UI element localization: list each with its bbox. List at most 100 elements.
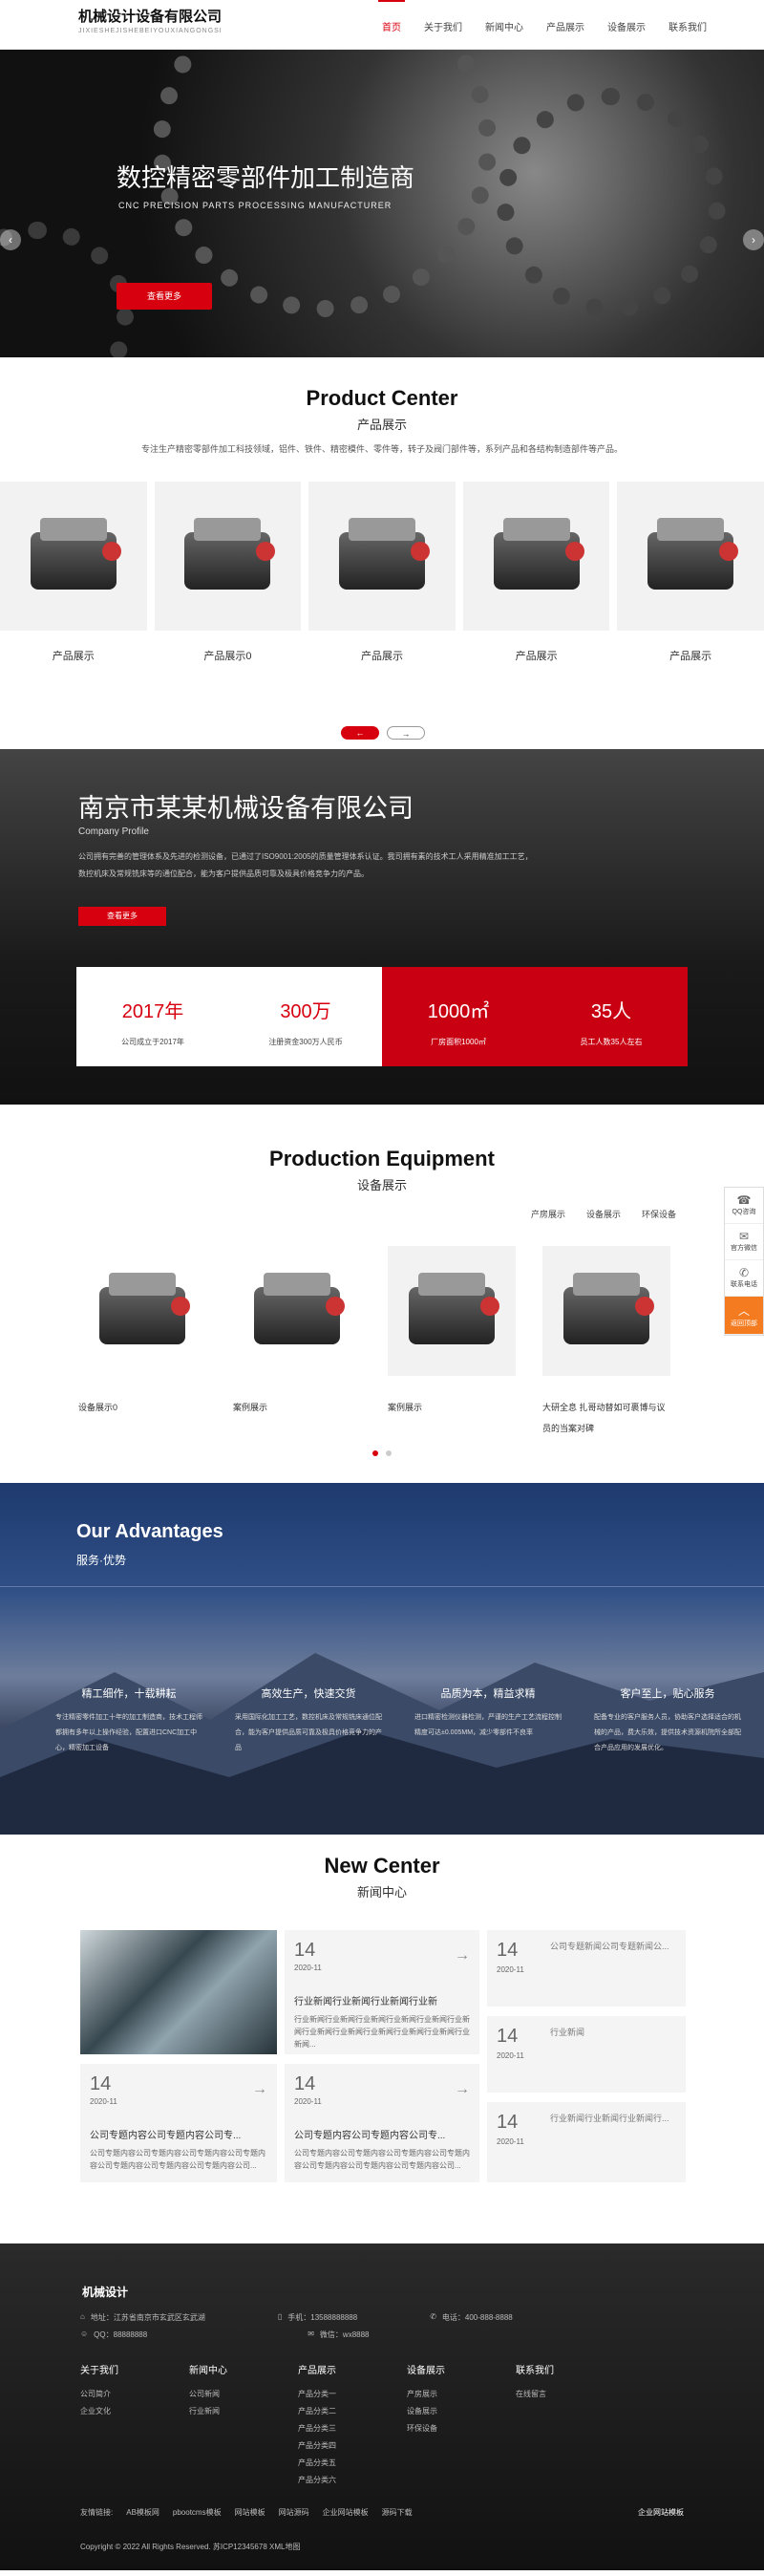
product-card[interactable]: 产品展示0 xyxy=(154,482,302,663)
equipment-name: 案例展示 xyxy=(388,1403,423,1412)
slider-prev-icon[interactable]: ‹ xyxy=(0,229,21,250)
news-card[interactable]: 14 2020-11 → 行业新闻行业新闻行业新闻行业新 行业新闻行业新闻行业新… xyxy=(285,1930,479,2054)
nav-equipment[interactable]: 设备展示 xyxy=(607,19,646,33)
news-side-item[interactable]: 14 2020-11 行业新闻行业新闻行业新闻行... xyxy=(487,2102,686,2182)
site-footer: 机械设计 ⌂ 地址：江苏省南京市玄武区玄武湖 ▯ 手机：13588888888 ✆ 电… xyxy=(0,2243,764,2570)
news-title: 行业新闻行业新闻行业新闻行... xyxy=(550,2114,669,2123)
news-title: 公司专题新闻公司专题新闻公... xyxy=(550,1942,669,1951)
qq-consult-button[interactable]: ☎ QQ咨询 xyxy=(725,1188,763,1224)
stat-label: 厂房面积1000㎡ xyxy=(431,1038,486,1046)
carousel-dot[interactable] xyxy=(386,1450,392,1456)
footer-link[interactable]: 产品分类三 xyxy=(298,2420,336,2437)
stat-value: 300万 xyxy=(280,1001,331,1022)
footer-link[interactable]: 在线留言 xyxy=(516,2386,554,2403)
footer-link[interactable]: 产品分类五 xyxy=(298,2455,336,2472)
footer-link[interactable]: 产品分类六 xyxy=(298,2472,336,2489)
footer-link[interactable]: 公司新闻 xyxy=(189,2386,227,2403)
news-image[interactable] xyxy=(80,1930,277,2054)
friend-link[interactable]: AB模板网 xyxy=(126,2507,159,2518)
footer-col-title[interactable]: 新闻中心 xyxy=(189,2362,227,2376)
equipment-card[interactable]: 案例展示 xyxy=(233,1246,361,1439)
hero-more-button[interactable]: 查看更多 xyxy=(117,283,212,310)
nav-contact[interactable]: 联系我们 xyxy=(668,19,707,33)
arrow-up-icon: ︿ xyxy=(737,1304,750,1318)
wechat-button[interactable]: ✉ 官方微信 xyxy=(725,1224,763,1260)
news-desc: 行业新闻行业新闻行业新闻行业新闻行业新闻行业新闻行业新闻行业新闻行业新闻行业新闻… xyxy=(294,2015,470,2049)
footer-col-title[interactable]: 设备展示 xyxy=(407,2362,445,2376)
news-side-item[interactable]: 14 2020-11 公司专题新闻公司专题新闻公... xyxy=(487,1930,686,2007)
section-title-cn: 服务·优势 xyxy=(76,1554,126,1567)
news-title: 行业新闻 xyxy=(550,2028,585,2037)
nav-home[interactable]: 首页 xyxy=(378,0,405,33)
back-to-top-button[interactable]: ︿ 返回顶部 xyxy=(725,1297,763,1335)
product-card[interactable]: 产品展示 xyxy=(462,482,610,663)
stat-label: 员工人数35人左右 xyxy=(580,1038,643,1046)
section-title-cn: 新闻中心 xyxy=(356,1885,407,1900)
logo[interactable]: 机械设计设备有限公司 JIXIESHEJISHEBEIYOUXIANGONGSI xyxy=(78,6,223,34)
tab-equipment[interactable]: 设备展示 xyxy=(586,1208,621,1220)
product-name: 产品展示 xyxy=(669,651,712,662)
product-card[interactable]: 产品展示 xyxy=(617,482,764,663)
footer-mobile: 手机：13588888888 xyxy=(287,2313,358,2322)
news-day: 14 xyxy=(294,2073,316,2094)
divider xyxy=(0,1586,764,1587)
friend-link[interactable]: 源码下载 xyxy=(382,2507,413,2518)
section-title-en: Product Center xyxy=(306,386,458,410)
arrow-right-icon: → xyxy=(455,2081,470,2097)
friend-link[interactable]: 企业网站模板 xyxy=(323,2507,369,2518)
news-date: 2020-11 xyxy=(294,1964,322,1972)
nav-about[interactable]: 关于我们 xyxy=(424,19,462,33)
footer-link[interactable]: 行业新闻 xyxy=(189,2403,227,2420)
product-image xyxy=(462,482,610,631)
tab-environmental[interactable]: 环保设备 xyxy=(642,1208,676,1220)
news-day: 14 xyxy=(497,2026,519,2047)
news-title: 行业新闻行业新闻行业新闻行业新 xyxy=(294,1997,437,2007)
equipment-card[interactable]: 设备展示0 xyxy=(78,1246,206,1439)
footer-right-link[interactable]: 企业网站模板 xyxy=(638,2507,684,2518)
footer-link[interactable]: 企业文化 xyxy=(80,2403,118,2420)
slider-next-icon[interactable]: › xyxy=(743,229,764,250)
product-name: 产品展示 xyxy=(52,651,95,662)
footer-link[interactable]: 产品分类二 xyxy=(298,2403,336,2420)
footer-link[interactable]: 环保设备 xyxy=(407,2420,445,2437)
equipment-name: 设备展示0 xyxy=(78,1403,118,1412)
footer-link[interactable]: 产房展示 xyxy=(407,2386,445,2403)
friend-link[interactable]: pbootcms模板 xyxy=(173,2507,222,2518)
company-stats: 2017年 公司成立于2017年 300万 注册资金300万人民币 1000㎡ 厂房面… xyxy=(76,967,688,1066)
pager-next-icon[interactable]: → xyxy=(387,726,425,740)
friend-link[interactable]: 网站源码 xyxy=(279,2507,309,2518)
tab-workshop[interactable]: 产房展示 xyxy=(531,1208,565,1220)
phone-button[interactable]: ✆ 联系电话 xyxy=(725,1260,763,1297)
news-date: 2020-11 xyxy=(497,2137,524,2146)
nav-news[interactable]: 新闻中心 xyxy=(485,19,523,33)
carousel-dot[interactable] xyxy=(372,1450,378,1456)
company-profile-label: Company Profile xyxy=(78,826,149,837)
news-date: 2020-11 xyxy=(294,2097,322,2106)
footer-col-title[interactable]: 联系我们 xyxy=(516,2362,554,2376)
equipment-tabs: 产房展示 设备展示 环保设备 xyxy=(531,1208,676,1220)
news-card[interactable]: 14 2020-11 → 公司专题内容公司专题内容公司专... 公司专题内容公司… xyxy=(285,2064,479,2182)
footer-link[interactable]: 公司简介 xyxy=(80,2386,118,2403)
friend-link[interactable]: 网站模板 xyxy=(235,2507,265,2518)
footer-link[interactable]: 产品分类一 xyxy=(298,2386,336,2403)
friend-links: 友情链接: AB模板网 pbootcms模板 网站模板 网站源码 企业网站模板 … xyxy=(80,2507,413,2518)
equipment-card[interactable]: 大研全息 扎哥动替如可裹博与议员的当案对碑 xyxy=(542,1246,670,1439)
pager-prev-icon[interactable]: ← xyxy=(341,726,379,740)
hero-subtitle: CNC PRECISION PARTS PROCESSING MANUFACTU… xyxy=(118,201,393,210)
hero-banner: 数控精密零部件加工制造商 CNC PRECISION PARTS PROCESS… xyxy=(0,50,764,357)
product-card[interactable]: 产品展示 xyxy=(0,482,147,663)
equipment-card[interactable]: 案例展示 xyxy=(388,1246,516,1439)
footer-link[interactable]: 产品分类四 xyxy=(298,2437,336,2455)
equipment-name: 大研全息 扎哥动替如可裹博与议员的当案对碑 xyxy=(542,1403,666,1433)
product-image xyxy=(308,482,456,631)
footer-col-title[interactable]: 关于我们 xyxy=(80,2362,118,2376)
qq-icon: ☺ xyxy=(80,2329,89,2338)
product-card[interactable]: 产品展示 xyxy=(308,482,456,663)
news-card[interactable]: 14 2020-11 → 公司专题内容公司专题内容公司专... 公司专题内容公司… xyxy=(80,2064,277,2182)
company-more-button[interactable]: 查看更多 xyxy=(78,907,166,926)
news-side-item[interactable]: 14 2020-11 行业新闻 xyxy=(487,2016,686,2093)
stat-value: 2017年 xyxy=(121,1001,184,1022)
nav-products[interactable]: 产品展示 xyxy=(546,19,584,33)
footer-col-title[interactable]: 产品展示 xyxy=(298,2362,336,2376)
footer-link[interactable]: 设备展示 xyxy=(407,2403,445,2420)
